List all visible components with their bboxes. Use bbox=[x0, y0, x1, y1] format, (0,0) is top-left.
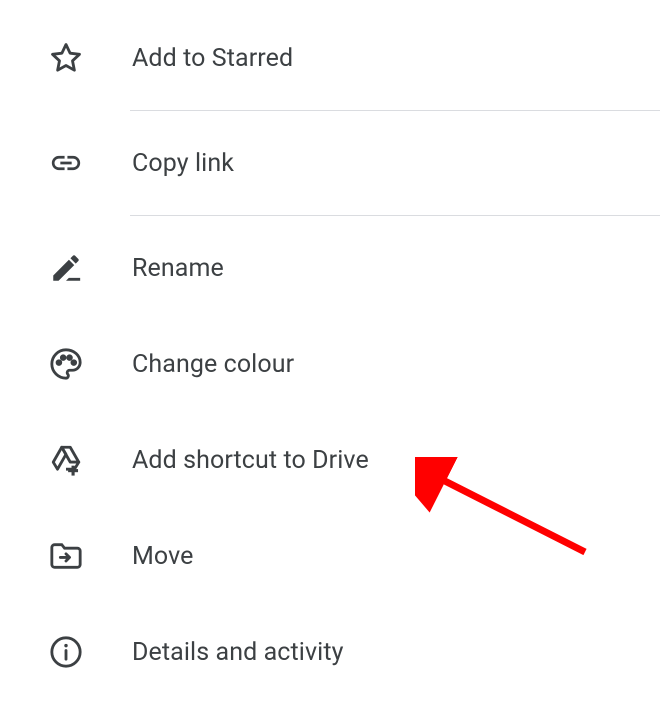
menu-item-label: Copy link bbox=[132, 149, 234, 178]
menu-item-label: Change colour bbox=[132, 350, 294, 379]
divider bbox=[130, 110, 660, 111]
divider bbox=[130, 215, 660, 216]
menu-item-move[interactable]: Move bbox=[0, 508, 660, 604]
folder-move-icon bbox=[48, 538, 84, 574]
link-icon bbox=[48, 145, 84, 181]
menu-item-add-shortcut[interactable]: Add shortcut to Drive bbox=[0, 412, 660, 508]
drive-add-icon bbox=[48, 442, 84, 478]
menu-item-label: Move bbox=[132, 542, 194, 571]
menu-item-add-to-starred[interactable]: Add to Starred bbox=[0, 10, 660, 106]
menu-item-label: Add to Starred bbox=[132, 44, 293, 73]
menu-item-rename[interactable]: Rename bbox=[0, 220, 660, 316]
star-outline-icon bbox=[48, 40, 84, 76]
context-menu: Add to Starred Copy link Rename bbox=[0, 0, 660, 710]
info-icon bbox=[48, 634, 84, 670]
menu-item-label: Details and activity bbox=[132, 638, 344, 667]
rename-icon bbox=[48, 250, 84, 286]
palette-icon bbox=[48, 346, 84, 382]
menu-item-copy-link[interactable]: Copy link bbox=[0, 115, 660, 211]
menu-item-label: Rename bbox=[132, 254, 224, 283]
menu-item-change-colour[interactable]: Change colour bbox=[0, 316, 660, 412]
menu-item-label: Add shortcut to Drive bbox=[132, 446, 369, 475]
menu-item-details[interactable]: Details and activity bbox=[0, 604, 660, 700]
